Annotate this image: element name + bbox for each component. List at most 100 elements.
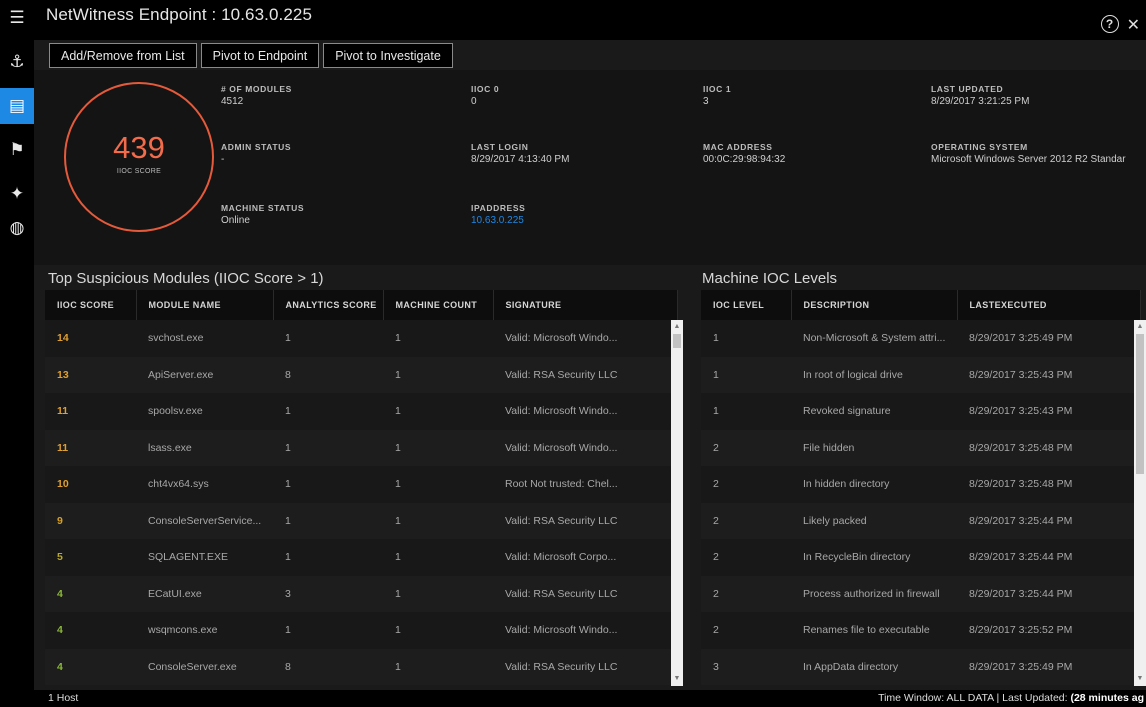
- modules-count-field: # OF MODULES 4512: [221, 84, 292, 107]
- column-header-analytics-score[interactable]: ANALYTICS SCORE: [273, 290, 384, 320]
- last-updated-relative: (28 minutes ag: [1070, 692, 1144, 704]
- sidebar-item-network[interactable]: ◍: [0, 210, 34, 246]
- signature-cell: Valid: Microsoft Windo...: [493, 320, 677, 357]
- field-label: # OF MODULES: [221, 84, 292, 94]
- scrollbar-thumb[interactable]: [673, 334, 681, 348]
- module-name-cell: ApiServer.exe: [136, 356, 273, 393]
- table-row[interactable]: 4 ECatUI.exe 3 1 Valid: RSA Security LLC: [45, 575, 677, 612]
- ioc-level-cell: 2: [701, 466, 791, 503]
- table-row[interactable]: 1 Non-Microsoft & System attri... 8/29/201…: [701, 320, 1140, 357]
- table-row[interactable]: 4 ConsoleServer.exe 8 1 Valid: RSA Security …: [45, 648, 677, 685]
- modules-table-scrollbar[interactable]: ▲ ▼: [671, 320, 683, 686]
- field-label: MAC ADDRESS: [703, 142, 773, 152]
- table-row[interactable]: 4 wsqmcons.exe 1 1 Valid: Microsoft Windo...: [45, 612, 677, 649]
- title-bar-icons: ? ✕: [1100, 15, 1140, 35]
- table-row[interactable]: 2 Process authorized in firewall 8/29/2017…: [701, 575, 1140, 612]
- list-menu-icon: ☰: [9, 8, 25, 27]
- help-icon[interactable]: ?: [1100, 15, 1119, 33]
- table-row[interactable]: 10 cht4vx64.sys 1 1 Root Not trusted: Chel..…: [45, 466, 677, 503]
- signature-cell: Valid: RSA Security LLC: [493, 575, 677, 612]
- close-icon[interactable]: ✕: [1127, 15, 1140, 35]
- analytics-score-cell: 1: [273, 320, 383, 357]
- last-executed-cell: 8/29/2017 3:25:52 PM: [957, 612, 1140, 649]
- table-row[interactable]: 3 In AppData directory 8/29/2017 3:25:49 P…: [701, 648, 1140, 685]
- machine-count-cell: 1: [383, 539, 493, 576]
- signature-cell: Root Not trusted: Chel...: [493, 466, 677, 503]
- description-cell: In hidden directory: [791, 466, 957, 503]
- machine-count-cell: 1: [383, 575, 493, 612]
- column-header-module-name[interactable]: MODULE NAME: [136, 290, 274, 320]
- ioc-table-scrollbar[interactable]: ▲ ▼: [1134, 320, 1146, 686]
- signature-cell: Valid: RSA Security LLC: [493, 648, 677, 685]
- module-name-cell: wsqmcons.exe: [136, 612, 273, 649]
- scroll-down-arrow-icon[interactable]: ▼: [1134, 672, 1146, 686]
- last-executed-cell: 8/29/2017 3:25:43 PM: [957, 393, 1140, 430]
- ioc-level-cell: 2: [701, 575, 791, 612]
- iioc-score-cell: 10: [45, 466, 136, 503]
- signature-cell: Valid: RSA Security LLC: [493, 356, 677, 393]
- pivot-to-endpoint-button[interactable]: Pivot to Endpoint: [200, 43, 320, 68]
- iioc-score-cell: 9: [45, 502, 136, 539]
- ioc-level-cell: 1: [701, 393, 791, 430]
- machine-count-cell: 1: [383, 429, 493, 466]
- scroll-up-arrow-icon[interactable]: ▲: [1134, 320, 1146, 334]
- description-cell: In RecycleBin directory: [791, 539, 957, 576]
- table-row[interactable]: 2 Renames file to executable 8/29/2017 3:2…: [701, 612, 1140, 649]
- field-label: IPADDRESS: [471, 203, 526, 213]
- pivot-to-investigate-button[interactable]: Pivot to Investigate: [323, 43, 453, 68]
- left-nav-sidebar: ☰ ⚓ ▤ ⚑ ✦ ◍: [0, 0, 34, 707]
- host-monitor-icon: ▤: [8, 96, 26, 115]
- table-row[interactable]: 2 In hidden directory 8/29/2017 3:25:48 PM: [701, 466, 1140, 503]
- column-header-last-executed[interactable]: LASTEXECUTED: [957, 290, 1141, 320]
- module-name-cell: lsass.exe: [136, 429, 273, 466]
- iioc1-field: IIOC 1 3: [703, 84, 731, 107]
- globe-icon: ◍: [9, 218, 25, 237]
- signature-cell: Valid: RSA Security LLC: [493, 502, 677, 539]
- field-value: 4512: [221, 96, 244, 107]
- table-row[interactable]: 14 svchost.exe 1 1 Valid: Microsoft Windo...: [45, 320, 677, 357]
- iioc-score-cell: 11: [45, 429, 136, 466]
- column-header-iioc-score[interactable]: IIOC SCORE: [45, 290, 137, 320]
- main-panel: NetWitness Endpoint : 10.63.0.225 ? ✕ Ad…: [34, 0, 1146, 707]
- module-name-cell: svchost.exe: [136, 320, 273, 357]
- column-header-machine-count[interactable]: MACHINE COUNT: [383, 290, 494, 320]
- sidebar-item-menu[interactable]: ☰: [0, 0, 34, 36]
- module-name-cell: SQLAGENT.EXE: [136, 539, 273, 576]
- add-remove-list-button[interactable]: Add/Remove from List: [49, 43, 197, 68]
- machine-ioc-levels-table: IOC LEVEL DESCRIPTION LASTEXECUTED 1 Non-…: [701, 290, 1141, 685]
- module-name-cell: cht4vx64.sys: [136, 466, 273, 503]
- iioc-score-ring: 439 IIOC SCORE: [64, 82, 214, 232]
- table-row[interactable]: 1 In root of logical drive 8/29/2017 3:25:…: [701, 356, 1140, 393]
- table-row[interactable]: 9 ConsoleServerService... 1 1 Valid: RSA Sec…: [45, 502, 677, 539]
- ioc-level-cell: 2: [701, 612, 791, 649]
- table-row[interactable]: 13 ApiServer.exe 8 1 Valid: RSA Security LLC: [45, 356, 677, 393]
- table-row[interactable]: 2 In RecycleBin directory 8/29/2017 3:25:4…: [701, 539, 1140, 576]
- ip-address-link[interactable]: 10.63.0.225: [471, 215, 525, 226]
- field-value: -: [221, 154, 225, 165]
- machine-count-cell: 1: [383, 612, 493, 649]
- sidebar-item-alerts[interactable]: ✦: [0, 176, 34, 212]
- column-header-description[interactable]: DESCRIPTION: [791, 290, 958, 320]
- machine-count-cell: 1: [383, 393, 493, 430]
- table-header-row: IOC LEVEL DESCRIPTION LASTEXECUTED: [701, 290, 1141, 320]
- scrollbar-thumb[interactable]: [1136, 334, 1144, 474]
- sidebar-item-flags[interactable]: ⚑: [0, 132, 34, 168]
- table-row[interactable]: 2 Likely packed 8/29/2017 3:25:44 PM: [701, 502, 1140, 539]
- table-row[interactable]: 2 File hidden 8/29/2017 3:25:48 PM: [701, 429, 1140, 466]
- scroll-up-arrow-icon[interactable]: ▲: [671, 320, 683, 334]
- table-row[interactable]: 5 SQLAGENT.EXE 1 1 Valid: Microsoft Corpo...: [45, 539, 677, 576]
- iioc0-field: IIOC 0 0: [471, 84, 499, 107]
- field-label: MACHINE STATUS: [221, 203, 305, 213]
- ioc-level-cell: 2: [701, 539, 791, 576]
- column-header-ioc-level[interactable]: IOC LEVEL: [701, 290, 792, 320]
- table-row[interactable]: 11 lsass.exe 1 1 Valid: Microsoft Windo...: [45, 429, 677, 466]
- table-row[interactable]: 11 spoolsv.exe 1 1 Valid: Microsoft Windo...: [45, 393, 677, 430]
- column-header-signature[interactable]: SIGNATURE: [493, 290, 678, 320]
- analytics-score-cell: 1: [273, 502, 383, 539]
- field-label: ADMIN STATUS: [221, 142, 292, 152]
- table-row[interactable]: 1 Revoked signature 8/29/2017 3:25:43 PM: [701, 393, 1140, 430]
- module-name-cell: ECatUI.exe: [136, 575, 273, 612]
- scroll-down-arrow-icon[interactable]: ▼: [671, 672, 683, 686]
- sidebar-item-investigate[interactable]: ⚓: [0, 44, 34, 80]
- sidebar-item-hosts[interactable]: ▤: [0, 88, 34, 124]
